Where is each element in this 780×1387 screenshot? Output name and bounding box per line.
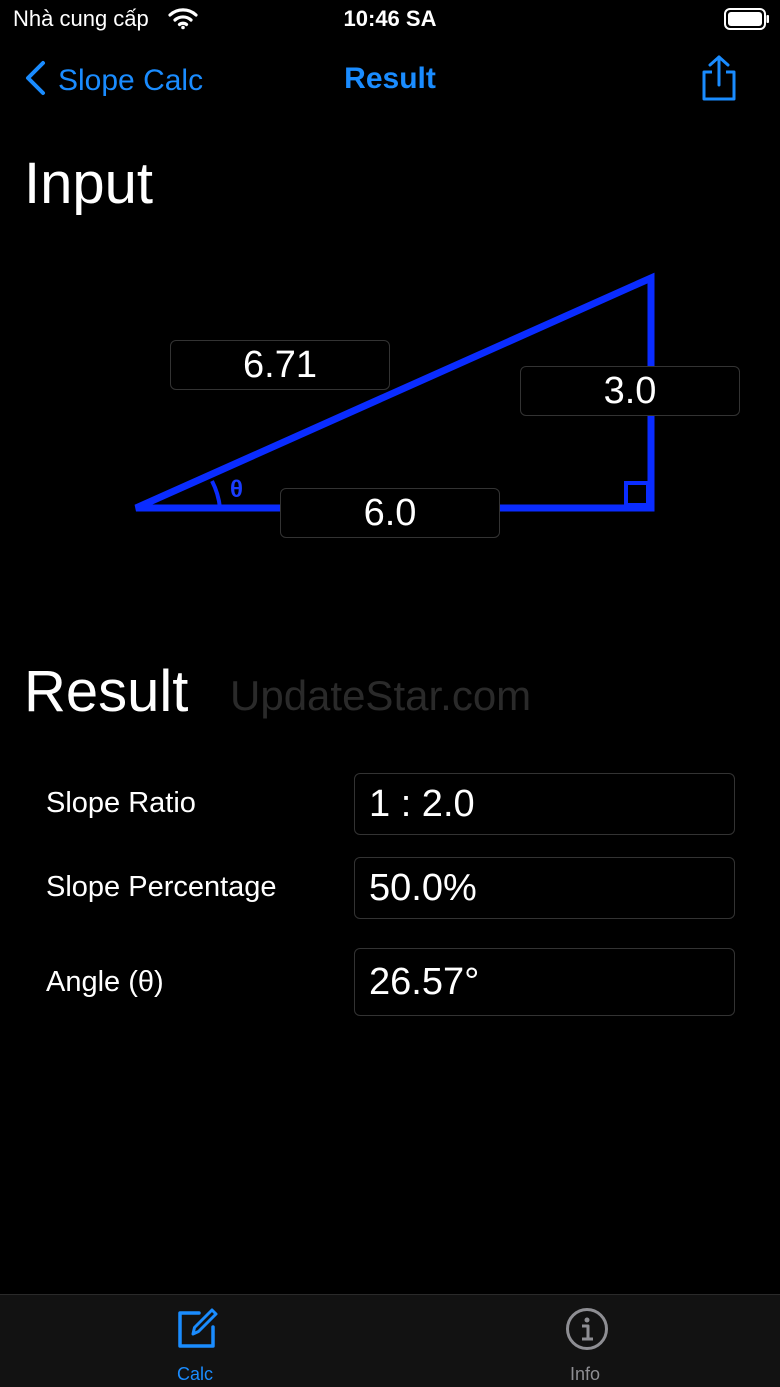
battery-icon [724,8,770,35]
slope-ratio-label: Slope Ratio [46,787,196,819]
angle-theta-label: θ [230,476,243,503]
result-row-slope-ratio: Slope Ratio 1 : 2.0 [0,773,780,837]
tab-info[interactable]: Info [390,1295,780,1387]
slope-triangle-diagram: θ 6.71 3.0 6.0 [0,240,780,580]
tab-calc-label: Calc [176,1364,213,1384]
angle-value[interactable]: 26.57° [354,948,735,1016]
share-button[interactable] [698,54,740,107]
screen: Nhà cung cấp 10:46 SA Slope Calc Result … [0,0,780,1387]
watermark: UpdateStar.com [230,672,532,719]
tab-calc[interactable]: Calc [0,1295,390,1387]
input-section-title: Input [24,151,153,216]
tab-bar: Calc Info [0,1294,780,1387]
slope-percentage-label: Slope Percentage [46,871,277,903]
slope-percentage-value[interactable]: 50.0% [354,857,735,919]
result-row-angle: Angle (θ) 26.57° [0,948,780,1016]
info-icon [565,1307,609,1356]
base-field[interactable]: 6.0 [280,488,500,538]
share-icon [698,55,740,106]
tab-info-label: Info [569,1364,601,1384]
result-section-title: Result [24,659,189,724]
hypotenuse-field[interactable]: 6.71 [170,340,390,390]
height-field[interactable]: 3.0 [520,366,740,416]
chevron-left-icon [24,60,46,101]
back-button[interactable]: Slope Calc [24,60,203,101]
edit-icon [175,1307,219,1356]
nav-title: Result [344,62,436,95]
back-label: Slope Calc [58,63,204,97]
angle-label: Angle (θ) [46,966,164,998]
slope-ratio-value[interactable]: 1 : 2.0 [354,773,735,835]
result-row-slope-percentage: Slope Percentage 50.0% [0,857,780,921]
status-time: 10:46 SA [343,6,437,31]
status-bar: Nhà cung cấp 10:46 SA [0,0,780,40]
